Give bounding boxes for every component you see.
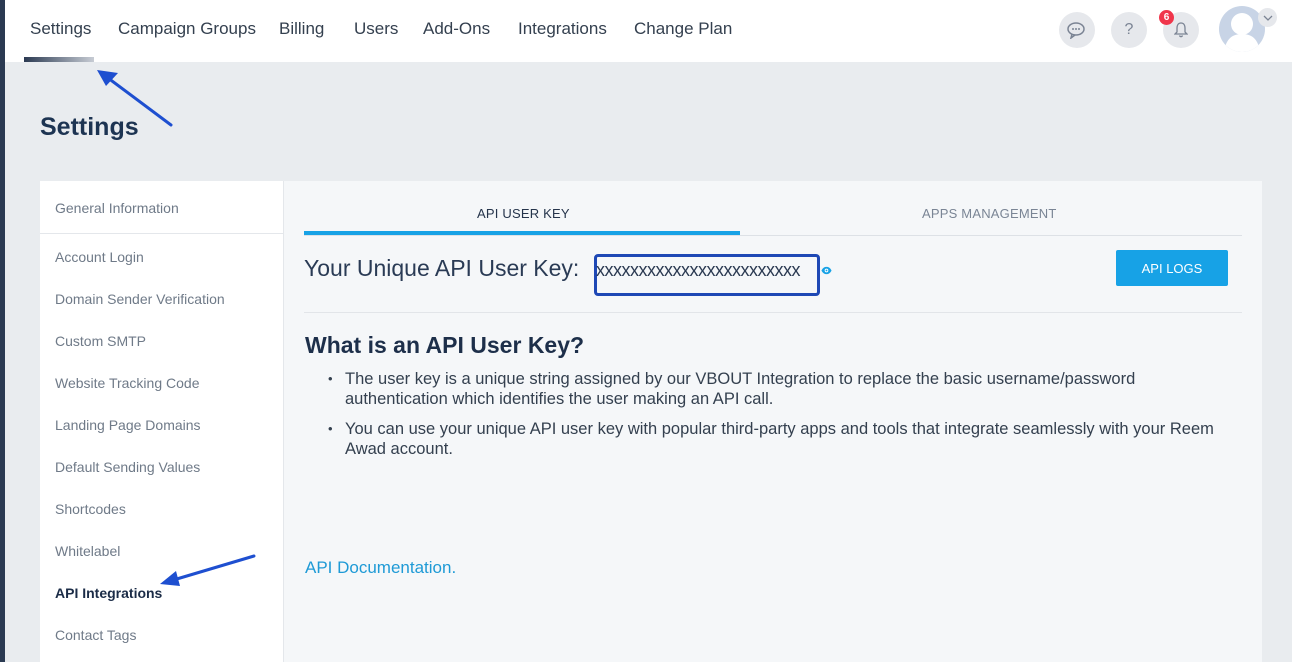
tab-apps-management[interactable]: APPS MANAGEMENT [922, 206, 1056, 221]
api-content-area: API USER KEY APPS MANAGEMENT Your Unique… [284, 181, 1262, 662]
list-item: The user key is a unique string assigned… [324, 369, 1224, 409]
api-key-label: Your Unique API User Key: [304, 255, 580, 281]
sidebar-item-landing-page-domains[interactable]: Landing Page Domains [55, 417, 201, 433]
nav-change-plan[interactable]: Change Plan [634, 19, 732, 39]
info-bullet-list: The user key is a unique string assigned… [324, 369, 1224, 469]
chat-icon [1067, 22, 1085, 39]
sidebar-item-website-tracking-code[interactable]: Website Tracking Code [55, 375, 199, 391]
sidebar-item-whitelabel[interactable]: Whitelabel [55, 543, 120, 559]
sidebar-item-shortcodes[interactable]: Shortcodes [55, 501, 126, 517]
nav-billing[interactable]: Billing [279, 19, 324, 39]
section-title: What is an API User Key? [305, 332, 585, 358]
active-tab-indicator [304, 231, 740, 235]
list-item: You can use your unique API user key wit… [324, 419, 1224, 459]
sidebar-item-general-information[interactable]: General Information [55, 200, 179, 216]
sidebar-item-domain-sender-verification[interactable]: Domain Sender Verification [55, 291, 225, 307]
page-title: Settings [40, 113, 139, 141]
sidebar-item-account-login[interactable]: Account Login [55, 249, 144, 265]
help-icon: ? [1124, 21, 1134, 38]
chat-button[interactable] [1059, 12, 1095, 48]
notification-badge: 6 [1159, 10, 1174, 25]
sidebar-item-default-sending-values[interactable]: Default Sending Values [55, 459, 200, 475]
sidebar-item-api-integrations[interactable]: API Integrations [55, 585, 162, 601]
eye-icon[interactable] [821, 265, 832, 276]
sidebar-item-contact-tags[interactable]: Contact Tags [55, 627, 136, 643]
sidebar-item-custom-smtp[interactable]: Custom SMTP [55, 333, 146, 349]
nav-users[interactable]: Users [354, 19, 398, 39]
api-logs-button[interactable]: API LOGS [1116, 250, 1228, 286]
active-nav-indicator [24, 57, 94, 62]
content-divider [304, 312, 1242, 313]
nav-add-ons[interactable]: Add-Ons [423, 19, 490, 39]
tab-api-user-key[interactable]: API USER KEY [477, 206, 570, 221]
api-key-value: xxxxxxxxxxxxxxxxxxxxxxxx [596, 260, 801, 280]
window-left-edge [0, 0, 5, 662]
bell-icon [1174, 22, 1188, 38]
chevron-down-icon [1263, 15, 1272, 21]
top-navigation: Settings Campaign Groups Billing Users A… [5, 0, 1292, 62]
api-documentation-link[interactable]: API Documentation. [305, 558, 456, 578]
settings-sidebar: General Information Account Login Domain… [40, 181, 284, 662]
sidebar-divider [40, 233, 284, 234]
nav-settings[interactable]: Settings [30, 19, 91, 39]
settings-panel: General Information Account Login Domain… [40, 181, 1262, 662]
content-tabs: API USER KEY APPS MANAGEMENT [304, 181, 1242, 236]
account-menu-toggle[interactable] [1258, 8, 1277, 27]
help-button[interactable]: ? [1111, 12, 1147, 48]
nav-integrations[interactable]: Integrations [518, 19, 607, 39]
nav-campaign-groups[interactable]: Campaign Groups [118, 19, 256, 39]
